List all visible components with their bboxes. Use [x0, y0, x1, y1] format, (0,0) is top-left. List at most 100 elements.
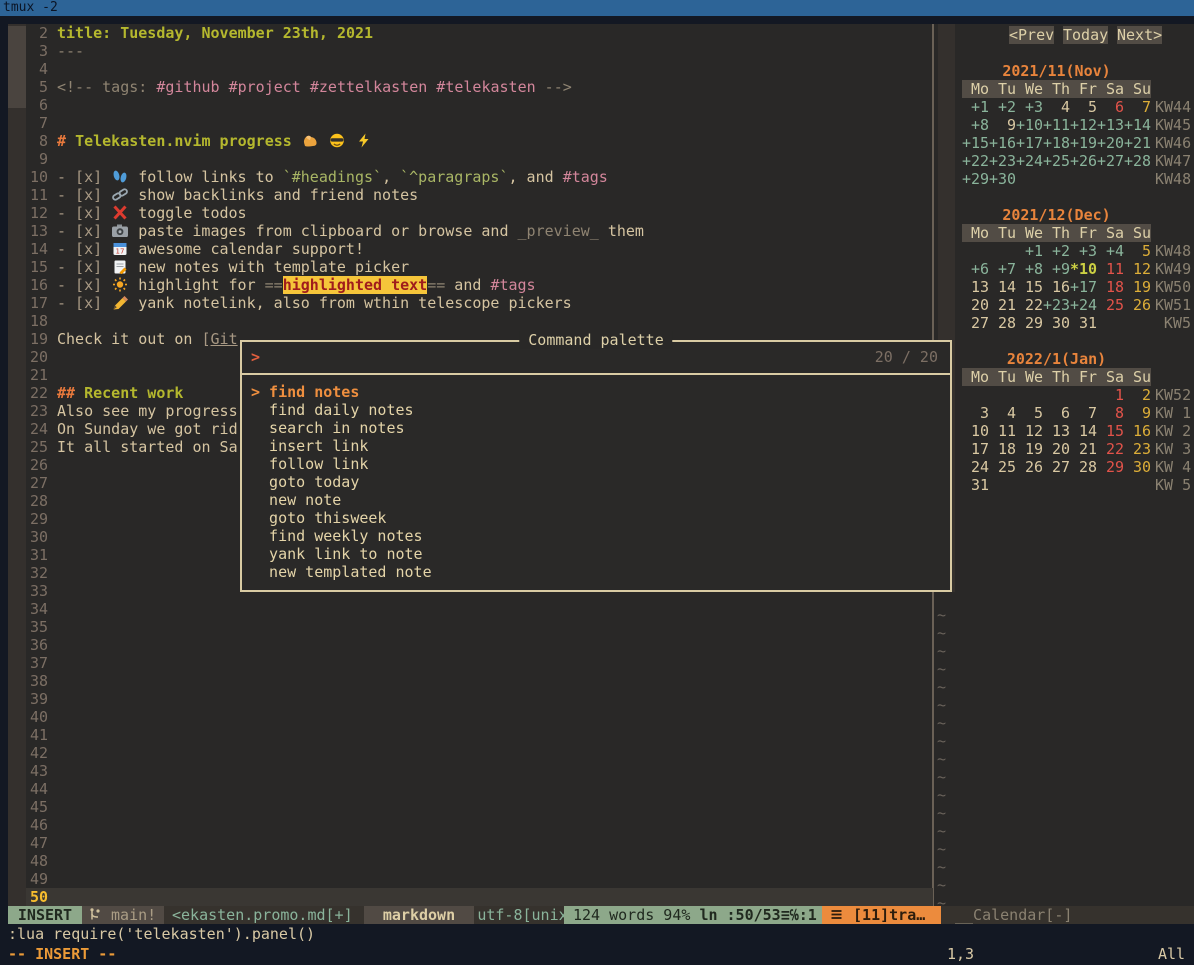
- day-cell[interactable]: 8: [1097, 404, 1124, 422]
- day-cell[interactable]: 3: [962, 404, 989, 422]
- day-cell[interactable]: +21: [1124, 134, 1151, 152]
- day-cell[interactable]: 16: [1043, 278, 1070, 296]
- palette-item[interactable]: find weekly notes: [242, 527, 950, 545]
- day-cell[interactable]: 12: [1016, 422, 1043, 440]
- day-cell[interactable]: +29: [962, 170, 989, 188]
- day-cell[interactable]: +1: [962, 98, 989, 116]
- day-cell[interactable]: 14: [1070, 422, 1097, 440]
- day-cell[interactable]: +12: [1070, 116, 1097, 134]
- day-cell[interactable]: 19: [1124, 278, 1151, 296]
- day-cell[interactable]: 31: [1070, 314, 1097, 332]
- day-cell[interactable]: +3: [1070, 242, 1097, 260]
- day-cell[interactable]: 30: [1124, 458, 1151, 476]
- day-cell[interactable]: 4: [989, 404, 1016, 422]
- day-cell[interactable]: 22: [1016, 296, 1043, 314]
- day-cell[interactable]: +7: [989, 260, 1016, 278]
- palette-prompt-row[interactable]: > 20 / 20: [242, 342, 950, 375]
- palette-item[interactable]: search in notes: [242, 419, 950, 437]
- day-cell[interactable]: 5: [1124, 242, 1151, 260]
- day-cell[interactable]: 26: [1016, 458, 1043, 476]
- day-cell[interactable]: 15: [1097, 422, 1124, 440]
- day-cell[interactable]: +22: [962, 152, 989, 170]
- day-cell[interactable]: +13: [1097, 116, 1124, 134]
- day-cell[interactable]: +19: [1070, 134, 1097, 152]
- day-cell[interactable]: 25: [989, 458, 1016, 476]
- day-cell[interactable]: 6: [1043, 404, 1070, 422]
- day-cell[interactable]: 7: [1124, 98, 1151, 116]
- day-cell[interactable]: +18: [1043, 134, 1070, 152]
- day-cell[interactable]: 31: [962, 476, 989, 494]
- palette-item[interactable]: > find notes: [242, 383, 950, 401]
- palette-item[interactable]: new templated note: [242, 563, 950, 581]
- day-cell[interactable]: +27: [1097, 152, 1124, 170]
- day-cell[interactable]: +3: [1016, 98, 1043, 116]
- day-cell[interactable]: 7: [1070, 404, 1097, 422]
- nav-today-button[interactable]: Today: [1063, 26, 1108, 44]
- day-cell[interactable]: 27: [962, 314, 989, 332]
- day-cell[interactable]: 15: [1016, 278, 1043, 296]
- day-cell[interactable]: +8: [962, 116, 989, 134]
- command-line[interactable]: :lua require('telekasten').panel(): [8, 925, 315, 943]
- day-cell[interactable]: 6: [1097, 98, 1124, 116]
- day-cell[interactable]: *10: [1070, 260, 1097, 278]
- day-cell[interactable]: 4: [1043, 98, 1070, 116]
- day-cell[interactable]: 18: [1097, 278, 1124, 296]
- day-cell[interactable]: 1: [1097, 386, 1124, 404]
- day-cell[interactable]: 20: [962, 296, 989, 314]
- day-cell[interactable]: +2: [989, 98, 1016, 116]
- day-cell[interactable]: +23: [1043, 296, 1070, 314]
- palette-item[interactable]: new note: [242, 491, 950, 509]
- day-cell[interactable]: 12: [1124, 260, 1151, 278]
- day-cell[interactable]: 24: [962, 458, 989, 476]
- day-cell[interactable]: 22: [1097, 440, 1124, 458]
- day-cell[interactable]: 21: [989, 296, 1016, 314]
- day-cell[interactable]: 23: [1124, 440, 1151, 458]
- palette-item[interactable]: find daily notes: [242, 401, 950, 419]
- day-cell[interactable]: +20: [1097, 134, 1124, 152]
- day-cell[interactable]: +9: [1043, 260, 1070, 278]
- scrollbar-track[interactable]: [8, 24, 26, 906]
- day-cell[interactable]: 17: [962, 440, 989, 458]
- day-cell[interactable]: 20: [1043, 440, 1070, 458]
- day-cell[interactable]: 5: [1016, 404, 1043, 422]
- day-cell[interactable]: 14: [989, 278, 1016, 296]
- nav-prev-button[interactable]: <Prev: [1009, 26, 1054, 44]
- day-cell[interactable]: +16: [989, 134, 1016, 152]
- day-cell[interactable]: 11: [989, 422, 1016, 440]
- day-cell[interactable]: +28: [1124, 152, 1151, 170]
- day-cell[interactable]: 29: [1016, 314, 1043, 332]
- day-cell[interactable]: +26: [1070, 152, 1097, 170]
- day-cell[interactable]: 29: [1097, 458, 1124, 476]
- day-cell[interactable]: 9: [1124, 404, 1151, 422]
- day-cell[interactable]: +15: [962, 134, 989, 152]
- palette-item[interactable]: insert link: [242, 437, 950, 455]
- day-cell[interactable]: 10: [962, 422, 989, 440]
- day-cell[interactable]: +25: [1043, 152, 1070, 170]
- nav-next-button[interactable]: Next>: [1117, 26, 1162, 44]
- palette-item[interactable]: yank link to note: [242, 545, 950, 563]
- day-cell[interactable]: +10: [1016, 116, 1043, 134]
- day-cell[interactable]: 18: [989, 440, 1016, 458]
- day-cell[interactable]: +23: [989, 152, 1016, 170]
- palette-item[interactable]: goto today: [242, 473, 950, 491]
- day-cell[interactable]: 27: [1043, 458, 1070, 476]
- day-cell[interactable]: 13: [962, 278, 989, 296]
- day-cell[interactable]: 28: [1070, 458, 1097, 476]
- day-cell[interactable]: +8: [1016, 260, 1043, 278]
- day-cell[interactable]: +4: [1097, 242, 1124, 260]
- palette-item[interactable]: goto thisweek: [242, 509, 950, 527]
- day-cell[interactable]: 21: [1070, 440, 1097, 458]
- palette-item[interactable]: follow link: [242, 455, 950, 473]
- day-cell[interactable]: 26: [1124, 296, 1151, 314]
- scrollbar-thumb[interactable]: [8, 26, 26, 108]
- day-cell[interactable]: +30: [989, 170, 1016, 188]
- day-cell[interactable]: 28: [989, 314, 1016, 332]
- day-cell[interactable]: 5: [1070, 98, 1097, 116]
- day-cell[interactable]: 16: [1124, 422, 1151, 440]
- day-cell[interactable]: 2: [1124, 386, 1151, 404]
- day-cell[interactable]: 13: [1043, 422, 1070, 440]
- day-cell[interactable]: 11: [1097, 260, 1124, 278]
- day-cell[interactable]: +24: [1016, 152, 1043, 170]
- day-cell[interactable]: 19: [1016, 440, 1043, 458]
- day-cell[interactable]: +14: [1124, 116, 1151, 134]
